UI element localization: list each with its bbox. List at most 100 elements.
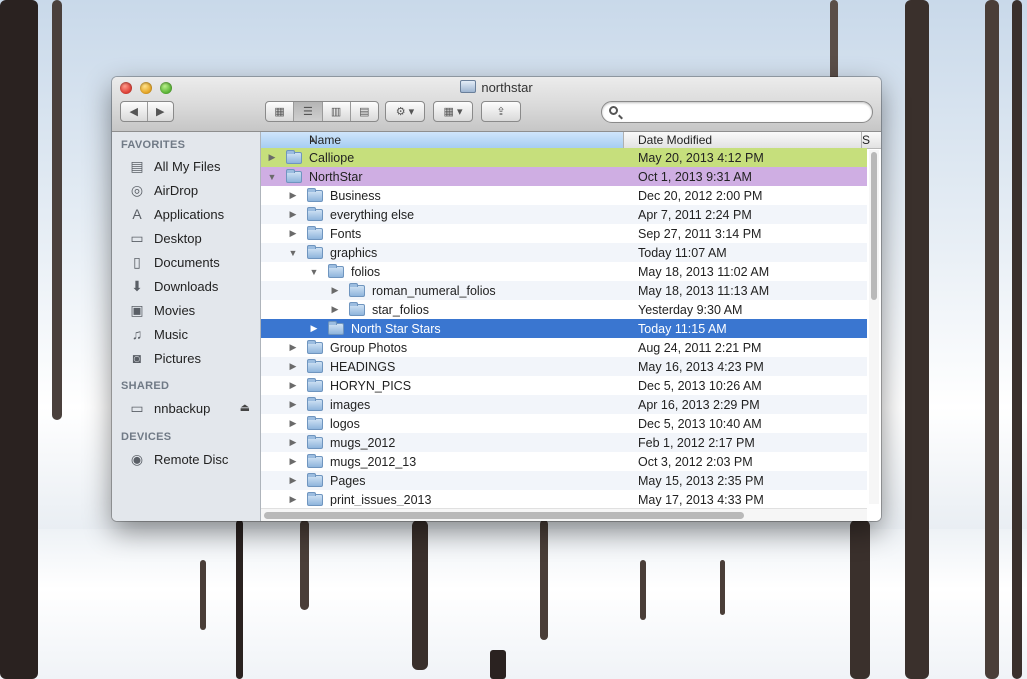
row-date-modified: May 16, 2013 4:23 PM — [638, 359, 764, 374]
disclosure-closed-icon[interactable]: ▶ — [288, 342, 298, 353]
table-row[interactable]: ▶ Calliope May 20, 2013 4:12 PM — [261, 148, 867, 167]
table-row[interactable]: ▶ images Apr 16, 2013 2:29 PM — [261, 395, 867, 414]
sidebar-item-pictures[interactable]: ◙ Pictures — [128, 348, 201, 368]
forward-button[interactable]: ▶ — [148, 102, 174, 121]
folder-icon — [307, 245, 323, 259]
disclosure-closed-icon[interactable]: ▶ — [288, 380, 298, 391]
wallpaper-tree — [850, 520, 870, 679]
table-row[interactable]: ▶ print_issues_2013 May 17, 2013 4:33 PM — [261, 490, 867, 506]
horizontal-scroll-thumb[interactable] — [264, 512, 744, 519]
documents-icon: ▯ — [133, 253, 141, 270]
disclosure-closed-icon[interactable]: ▶ — [288, 475, 298, 486]
folder-icon — [286, 150, 302, 164]
arrange-menu-button[interactable]: ▦ ▾ — [433, 101, 473, 122]
sidebar-item-label: Downloads — [154, 278, 219, 294]
column-name-header[interactable]: Name ▲ — [261, 132, 624, 148]
folder-icon — [307, 226, 323, 240]
column-date-header[interactable]: Date Modified — [624, 132, 862, 148]
titlebar: northstar ◀ ▶ ▦ ☰ ▥ ▤ ⚙ ▾ ▦ ▾ ⇪ — [112, 77, 881, 132]
table-row[interactable]: ▶ Group Photos Aug 24, 2011 2:21 PM — [261, 338, 867, 357]
folder-icon — [307, 378, 323, 392]
wallpaper-tree — [905, 0, 929, 679]
sidebar-item-movies[interactable]: ▣ Movies — [128, 300, 195, 320]
sidebar-item-all-my-files[interactable]: ▤ All My Files — [128, 156, 220, 176]
table-row[interactable]: ▼ folios May 18, 2013 11:02 AM — [261, 262, 867, 281]
share-button[interactable]: ⇪ — [481, 101, 521, 122]
window-title-text: northstar — [481, 80, 533, 95]
sidebar-item-desktop[interactable]: ▭ Desktop — [128, 228, 201, 248]
table-row[interactable]: ▶ everything else Apr 7, 2011 2:24 PM — [261, 205, 867, 224]
disclosure-open-icon[interactable]: ▼ — [267, 172, 277, 182]
disclosure-closed-icon[interactable]: ▶ — [288, 209, 298, 220]
sidebar-item-airdrop[interactable]: ◎ AirDrop — [128, 180, 198, 200]
column-date-label: Date Modified — [638, 133, 713, 147]
action-menu-button[interactable]: ⚙ ▾ — [385, 101, 425, 122]
row-date-modified: Apr 16, 2013 2:29 PM — [638, 397, 760, 412]
table-row[interactable]: ▶ Business Dec 20, 2012 2:00 PM — [261, 186, 867, 205]
sidebar-header-devices: DEVICES — [121, 431, 172, 443]
sidebar-item-music[interactable]: ♫ Music — [128, 324, 188, 344]
disclosure-closed-icon[interactable]: ▶ — [288, 494, 298, 505]
horizontal-scrollbar[interactable] — [261, 508, 867, 521]
sidebar-item-remote-disc[interactable]: ◉ Remote Disc — [128, 449, 229, 469]
vertical-scrollbar[interactable] — [869, 150, 879, 504]
search-field[interactable] — [601, 101, 873, 123]
row-name: folios — [351, 264, 381, 279]
disclosure-closed-icon[interactable]: ▶ — [288, 228, 298, 239]
table-row[interactable]: ▶ HEADINGS May 16, 2013 4:23 PM — [261, 357, 867, 376]
row-name: North Star Stars — [351, 321, 441, 336]
disclosure-closed-icon[interactable]: ▶ — [309, 323, 319, 334]
coverflow-view-button[interactable]: ▤ — [351, 102, 378, 121]
disclosure-closed-icon[interactable]: ▶ — [288, 437, 298, 448]
folder-icon — [286, 169, 302, 183]
disclosure-closed-icon[interactable]: ▶ — [330, 304, 340, 315]
sidebar-item-documents[interactable]: ▯ Documents — [128, 252, 220, 272]
disclosure-open-icon[interactable]: ▼ — [309, 267, 319, 277]
table-row[interactable]: ▼ graphics Today 11:07 AM — [261, 243, 867, 262]
wallpaper-tree — [985, 0, 999, 679]
disclosure-closed-icon[interactable]: ▶ — [288, 399, 298, 410]
back-button[interactable]: ◀ — [121, 102, 148, 121]
disclosure-closed-icon[interactable]: ▶ — [288, 418, 298, 429]
disclosure-closed-icon[interactable]: ▶ — [330, 285, 340, 296]
eject-icon[interactable]: ⏏ — [240, 401, 250, 414]
disc-icon: ◉ — [130, 450, 144, 467]
table-row[interactable]: ▶ logos Dec 5, 2013 10:40 AM — [261, 414, 867, 433]
file-rows: ▶ Calliope May 20, 2013 4:12 PM ▼ NorthStar O… — [261, 148, 867, 506]
disclosure-closed-icon[interactable]: ▶ — [288, 190, 298, 201]
table-row[interactable]: ▶ roman_numeral_folios May 18, 2013 11:13 … — [261, 281, 867, 300]
wallpaper-tree — [1012, 0, 1022, 679]
column-view-button[interactable]: ▥ — [323, 102, 351, 121]
icon-view-button[interactable]: ▦ — [266, 102, 295, 121]
table-row[interactable]: ▶ North Star Stars Today 11:15 AM — [261, 319, 867, 338]
disclosure-closed-icon[interactable]: ▶ — [267, 152, 277, 163]
table-row[interactable]: ▶ Fonts Sep 27, 2011 3:14 PM — [261, 224, 867, 243]
sidebar-item-applications[interactable]: A Applications — [128, 204, 224, 224]
folder-icon — [307, 397, 323, 411]
list-view-button[interactable]: ☰ — [294, 102, 323, 121]
folder-icon — [328, 264, 344, 278]
table-row[interactable]: ▶ HORYN_PICS Dec 5, 2013 10:26 AM — [261, 376, 867, 395]
disclosure-open-icon[interactable]: ▼ — [288, 248, 298, 258]
applications-icon: A — [132, 206, 142, 222]
row-date-modified: May 17, 2013 4:33 PM — [638, 492, 764, 507]
disclosure-closed-icon[interactable]: ▶ — [288, 361, 298, 372]
sidebar-item-nnbackup[interactable]: ▭ nnbackup ⏏ — [128, 398, 256, 418]
column-size-header[interactable]: S — [862, 133, 870, 147]
row-name: Calliope — [309, 150, 355, 165]
wallpaper-tree — [236, 520, 243, 679]
table-row[interactable]: ▶ mugs_2012_13 Oct 3, 2012 2:03 PM — [261, 452, 867, 471]
sidebar-item-label: Movies — [154, 302, 196, 318]
disclosure-closed-icon[interactable]: ▶ — [288, 456, 298, 467]
file-list: Name ▲ Date Modified S ▶ Calliope May 20, … — [261, 132, 881, 521]
table-row[interactable]: ▶ mugs_2012 Feb 1, 2012 2:17 PM — [261, 433, 867, 452]
wallpaper-tree — [412, 520, 428, 670]
row-name: print_issues_2013 — [330, 492, 432, 507]
table-row[interactable]: ▶ Pages May 15, 2013 2:35 PM — [261, 471, 867, 490]
table-row[interactable]: ▶ star_folios Yesterday 9:30 AM — [261, 300, 867, 319]
sidebar-item-downloads[interactable]: ⬇ Downloads — [128, 276, 218, 296]
table-row[interactable]: ▼ NorthStar Oct 1, 2013 9:31 AM — [261, 167, 867, 186]
wallpaper-tree — [540, 520, 548, 640]
row-date-modified: Yesterday 9:30 AM — [638, 302, 743, 317]
vertical-scroll-thumb[interactable] — [871, 152, 877, 300]
